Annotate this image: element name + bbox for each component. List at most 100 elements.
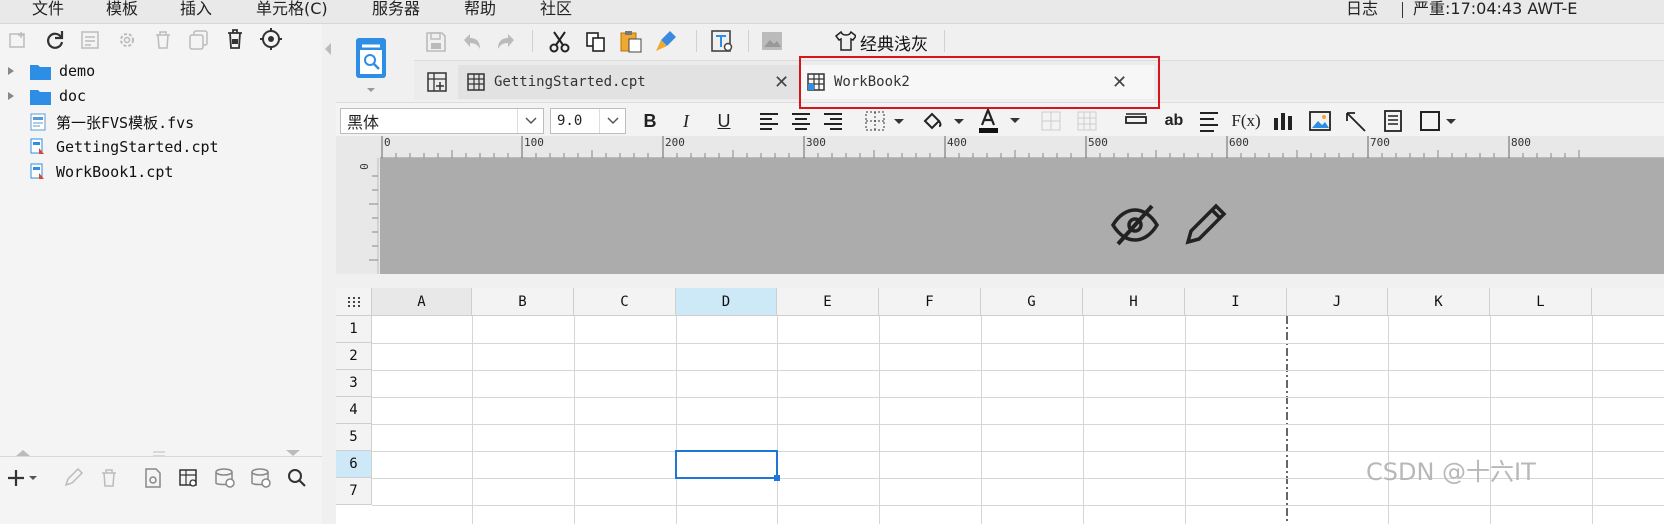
text-style-button[interactable]: ab (1158, 108, 1190, 134)
column-header[interactable]: C (574, 288, 676, 316)
copy-icon[interactable] (584, 30, 608, 54)
column-header[interactable]: E (777, 288, 879, 316)
refresh-icon[interactable] (44, 29, 66, 51)
align-center-icon[interactable] (790, 111, 812, 131)
column-header[interactable]: K (1388, 288, 1490, 316)
tree-item-workbook1[interactable]: WorkBook1.cpt (30, 160, 173, 184)
edit-icon[interactable] (62, 467, 84, 489)
italic-button[interactable]: I (674, 108, 698, 134)
tab-gettingstarted-label-wrap[interactable]: GettingStarted.cpt (466, 65, 646, 99)
tree-item-fvs[interactable]: 第一张FVS模板.fvs (30, 110, 194, 134)
copy-icon[interactable] (188, 29, 210, 51)
column-header[interactable]: D (676, 288, 777, 316)
tree-item-demo[interactable]: demo (6, 59, 95, 83)
border-style-icon[interactable] (1418, 109, 1458, 133)
text-direction-icon[interactable] (1198, 110, 1220, 132)
new-report-icon[interactable] (426, 71, 448, 93)
database-add-icon[interactable] (214, 467, 236, 489)
insert-textbox-icon[interactable] (710, 29, 736, 55)
edit-pencil-icon[interactable] (1184, 200, 1228, 246)
select-all-corner[interactable] (336, 288, 372, 316)
font-family-select[interactable]: 黑体 (340, 108, 544, 134)
column-header[interactable]: J (1287, 288, 1388, 316)
row-header[interactable]: 5 (336, 424, 372, 451)
column-header[interactable]: L (1490, 288, 1592, 316)
menu-file[interactable]: 文件 (32, 0, 64, 22)
tab-close-icon[interactable]: ✕ (774, 65, 789, 99)
formula-button[interactable]: F(x) (1230, 108, 1262, 134)
table-query-icon[interactable] (178, 467, 200, 489)
database-icon[interactable] (250, 467, 272, 489)
column-header[interactable]: I (1185, 288, 1287, 316)
ruler-label: 400 (947, 136, 967, 149)
hide-eye-icon[interactable] (1110, 202, 1160, 248)
delete-icon[interactable] (98, 467, 120, 489)
theme-shirt-icon[interactable] (834, 30, 856, 52)
menu-help[interactable]: 帮助 (464, 0, 496, 22)
menu-community[interactable]: 社区 (540, 0, 572, 22)
menu-insert[interactable]: 插入 (180, 0, 212, 22)
subreport-icon[interactable] (1382, 109, 1404, 133)
tree-item-doc[interactable]: doc (6, 84, 86, 108)
lock-icon[interactable] (224, 28, 246, 50)
menu-server[interactable]: 服务器 (372, 0, 420, 22)
properties-icon[interactable] (80, 30, 102, 50)
row-header[interactable]: 4 (336, 397, 372, 424)
preview-icon[interactable] (142, 467, 164, 489)
expand-arrow-icon[interactable] (6, 66, 16, 76)
row-header[interactable]: 6 (336, 451, 372, 478)
tab-close-icon[interactable]: ✕ (1112, 65, 1127, 99)
slash-icon[interactable] (1344, 110, 1368, 132)
settings-icon[interactable] (116, 29, 138, 51)
column-header[interactable]: A (372, 288, 472, 316)
insert-row-icon[interactable] (1124, 111, 1148, 131)
border-top-icon[interactable] (1040, 110, 1062, 132)
menu-template[interactable]: 模板 (106, 0, 138, 22)
log-link[interactable]: 日志 (1346, 0, 1378, 22)
tab-workbook2-label-wrap[interactable]: WorkBook2 (806, 65, 910, 99)
format-painter-icon[interactable] (654, 29, 680, 55)
row-header[interactable]: 2 (336, 343, 372, 370)
selected-cell-d6[interactable] (675, 450, 778, 479)
align-right-icon[interactable] (822, 111, 844, 131)
column-header[interactable]: H (1083, 288, 1185, 316)
chevron-down-icon[interactable] (517, 109, 543, 133)
image-icon[interactable] (760, 29, 786, 55)
tree-item-gettingstarted[interactable]: GettingStarted.cpt (30, 135, 219, 159)
menu-cell[interactable]: 单元格(C) (256, 0, 328, 22)
row-header[interactable]: 3 (336, 370, 372, 397)
add-icon[interactable] (6, 467, 40, 489)
border-grid-icon[interactable] (1076, 110, 1098, 132)
delete-icon[interactable] (152, 29, 174, 51)
merge-cell-icon[interactable] (864, 110, 908, 132)
underline-button[interactable]: U (712, 108, 736, 134)
chevron-down-icon[interactable] (599, 109, 625, 133)
row-header[interactable]: 1 (336, 316, 372, 343)
fill-handle[interactable] (774, 475, 780, 481)
align-left-icon[interactable] (758, 111, 780, 131)
row-header[interactable]: 7 (336, 478, 372, 505)
chart-icon[interactable] (1272, 110, 1294, 132)
paste-icon[interactable] (618, 29, 644, 55)
collapse-left-icon[interactable] (323, 42, 333, 56)
search-icon[interactable] (286, 467, 308, 489)
fill-color-icon[interactable] (920, 109, 968, 133)
new-file-icon[interactable] (8, 30, 30, 50)
expand-arrow-icon[interactable] (6, 91, 16, 101)
font-size-select[interactable]: 9.0 (550, 108, 626, 134)
cut-icon[interactable] (548, 30, 572, 54)
column-header[interactable]: B (472, 288, 574, 316)
spreadsheet-grid[interactable]: A B C D E F G H I J K L 1 2 3 4 5 6 7 (336, 288, 1664, 524)
undo-icon[interactable] (460, 30, 484, 54)
column-header[interactable]: G (981, 288, 1083, 316)
save-icon[interactable] (424, 30, 448, 54)
column-header[interactable]: F (879, 288, 981, 316)
font-color-icon[interactable] (976, 107, 1024, 135)
insert-image-icon[interactable] (1308, 110, 1332, 132)
redo-icon[interactable] (494, 30, 518, 54)
template-design-icon[interactable] (350, 32, 392, 100)
bold-button[interactable]: B (638, 108, 662, 134)
panel-splitter[interactable] (322, 24, 336, 524)
locate-icon[interactable] (260, 28, 282, 50)
theme-label[interactable]: 经典浅灰 (860, 30, 928, 55)
